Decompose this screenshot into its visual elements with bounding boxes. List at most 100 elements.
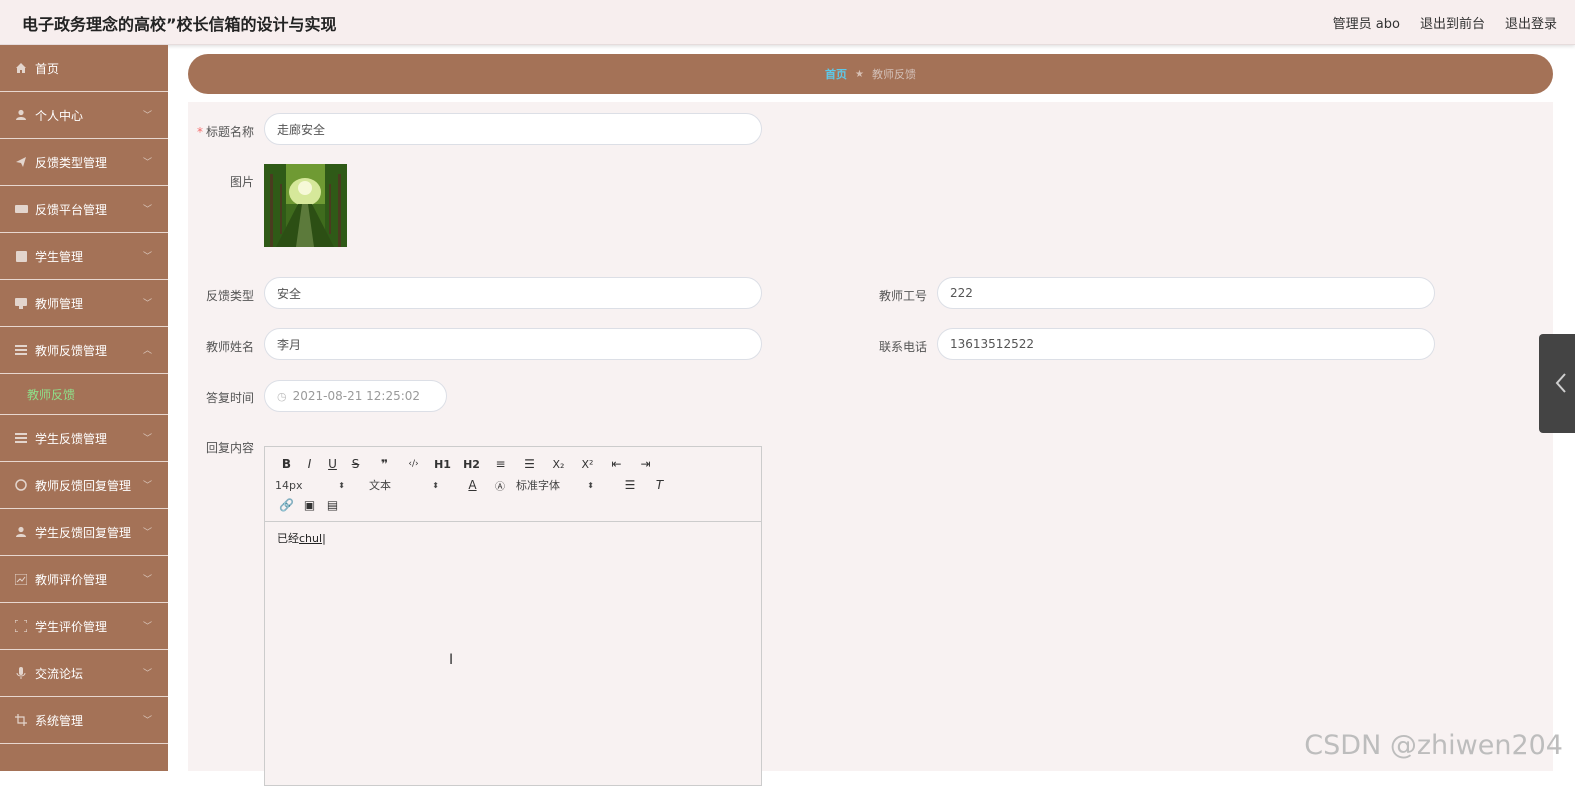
- sidebar-item-label: 教师反馈回复管理: [35, 478, 132, 493]
- type-label: 反馈类型: [205, 289, 254, 303]
- chevron-down-icon: ﹀: [142, 528, 152, 538]
- sidebar-item-personal[interactable]: 个人中心 ﹀: [0, 92, 168, 139]
- sidebar-item-teacher-evaluation[interactable]: 教师评价管理 ﹀: [0, 556, 168, 603]
- sidebar-item-label: 交流论坛: [35, 666, 84, 681]
- sidebar-item-label: 学生管理: [35, 249, 84, 264]
- editor-toolbar: B I U S ❞ ‹/› H1 H2 ≡ ☰ X₂ X² ⇤ ⇥ 14px⬍: [265, 447, 761, 522]
- chevron-down-icon: ﹀: [142, 434, 152, 444]
- clipboard-icon: [14, 249, 28, 263]
- rich-text-editor: B I U S ❞ ‹/› H1 H2 ≡ ☰ X₂ X² ⇤ ⇥ 14px⬍: [264, 446, 762, 786]
- chevron-down-icon: ﹀: [142, 575, 152, 585]
- sidebar-item-label: 教师管理: [35, 296, 84, 311]
- align-icon[interactable]: ☰: [612, 476, 648, 494]
- text-type-select[interactable]: 文本 ⬍: [369, 477, 439, 493]
- crop-icon: [14, 713, 28, 727]
- help-circle-icon: [14, 478, 28, 492]
- sidebar-item-feedback-platform[interactable]: 反馈平台管理 ﹀: [0, 186, 168, 233]
- link-icon[interactable]: 🔗: [275, 496, 298, 514]
- font-color-icon[interactable]: A: [461, 476, 484, 494]
- sidebar-item-label: 教师评价管理: [35, 572, 108, 587]
- sidebar-item-teacher-feedback[interactable]: 教师反馈管理 ︿: [0, 327, 168, 374]
- logout-link[interactable]: 退出登录: [1505, 13, 1557, 32]
- chevron-down-icon: ﹀: [142, 158, 152, 168]
- teacher-no-input[interactable]: 222: [937, 277, 1435, 309]
- side-panel-handle[interactable]: [1539, 334, 1575, 433]
- feedback-image: [264, 164, 347, 247]
- chevron-down-icon: ﹀: [142, 299, 152, 309]
- sidebar-item-label: 个人中心: [35, 108, 84, 123]
- sidebar-item-teachers[interactable]: 教师管理 ﹀: [0, 280, 168, 327]
- sidebar-item-students[interactable]: 学生管理 ﹀: [0, 233, 168, 280]
- ibeam-cursor-icon: I: [449, 652, 454, 668]
- sidebar-item-system[interactable]: 系统管理 ﹀: [0, 697, 168, 744]
- watermark: CSDN @zhiwen204: [1304, 730, 1563, 761]
- user-label: 管理员 abo: [1332, 17, 1400, 32]
- editor-typing-text: chul: [299, 532, 323, 545]
- phone-input[interactable]: 13613512522: [937, 328, 1435, 360]
- h2-button[interactable]: H2: [460, 455, 483, 473]
- code-button[interactable]: ‹/›: [402, 455, 425, 473]
- send-icon: [14, 155, 28, 169]
- star-icon: ★: [855, 68, 864, 80]
- select-arrow-icon: ⬍: [338, 480, 345, 490]
- sidebar-item-feedback-type[interactable]: 反馈类型管理 ﹀: [0, 139, 168, 186]
- sidebar: 首页 个人中心 ﹀ 反馈类型管理 ﹀ 反馈平台管理 ﹀ 学生管理 ﹀ 教师管理 …: [0, 45, 168, 771]
- sidebar-item-student-reply[interactable]: 学生反馈回复管理 ﹀: [0, 509, 168, 556]
- indent-button[interactable]: ⇥: [634, 455, 657, 473]
- home-icon: [14, 61, 28, 75]
- select-arrow-icon: ⬍: [432, 480, 439, 490]
- italic-button[interactable]: I: [298, 455, 321, 473]
- sidebar-item-student-feedback[interactable]: 学生反馈管理 ﹀: [0, 415, 168, 462]
- title-input[interactable]: 走廊安全: [264, 113, 762, 145]
- editor-text: 已经: [277, 532, 299, 545]
- sidebar-item-label: 首页: [35, 61, 60, 76]
- ticket-icon: [14, 202, 28, 216]
- sidebar-item-teacher-reply[interactable]: 教师反馈回复管理 ﹀: [0, 462, 168, 509]
- top-actions: 管理员 abo 退出到前台 退出登录: [1333, 13, 1557, 32]
- breadcrumb: 首页 ★ 教师反馈: [188, 54, 1553, 94]
- clear-format-icon[interactable]: T: [648, 476, 671, 494]
- clock-icon: ◷: [277, 389, 287, 403]
- reply-time-label: 答复时间: [205, 391, 254, 405]
- h1-button[interactable]: H1: [425, 455, 460, 473]
- strike-button[interactable]: S: [344, 455, 367, 473]
- sidebar-subitem-teacher-feedback[interactable]: 教师反馈: [0, 374, 168, 415]
- sidebar-item-label: 学生评价管理: [35, 619, 108, 634]
- sidebar-item-forum[interactable]: 交流论坛 ﹀: [0, 650, 168, 697]
- font-size-select[interactable]: 14px ⬍: [275, 479, 345, 492]
- font-family-select[interactable]: 标准字体 ⬍: [516, 477, 594, 493]
- to-front-link[interactable]: 退出到前台: [1420, 13, 1485, 32]
- list-icon: [14, 343, 28, 357]
- phone-label: 联系电话: [878, 340, 927, 354]
- sidebar-item-home[interactable]: 首页: [0, 45, 168, 92]
- sidebar-item-label: 反馈平台管理: [35, 202, 108, 217]
- teacher-name-input[interactable]: 李月: [264, 328, 762, 360]
- sidebar-item-student-evaluation[interactable]: 学生评价管理 ﹀: [0, 603, 168, 650]
- sidebar-item-label: 教师反馈管理: [35, 343, 108, 358]
- reply-time-picker[interactable]: ◷ 2021-08-21 12:25:02: [264, 380, 447, 412]
- bullet-list-button[interactable]: ☰: [518, 455, 541, 473]
- teacher-no-label: 教师工号: [878, 289, 927, 303]
- image-icon[interactable]: ▣: [298, 496, 321, 514]
- superscript-button[interactable]: X²: [576, 455, 599, 473]
- text-caret: |: [322, 532, 326, 545]
- bg-color-icon[interactable]: Ⓐ: [484, 476, 516, 494]
- chevron-down-icon: ﹀: [142, 481, 152, 491]
- underline-button[interactable]: U: [321, 455, 344, 473]
- title-label: * 标题名称: [196, 125, 254, 139]
- type-input[interactable]: 安全: [264, 277, 762, 309]
- blockquote-button[interactable]: ❞: [367, 455, 402, 473]
- outdent-button[interactable]: ⇤: [599, 455, 634, 473]
- subscript-button[interactable]: X₂: [541, 455, 576, 473]
- bold-button[interactable]: B: [275, 455, 298, 473]
- breadcrumb-home[interactable]: 首页: [825, 66, 847, 82]
- ordered-list-button[interactable]: ≡: [483, 455, 518, 473]
- reply-content-label: 回复内容: [205, 441, 254, 455]
- editor-content[interactable]: 已经chul|: [265, 522, 761, 554]
- chevron-down-icon: ﹀: [142, 716, 152, 726]
- video-icon[interactable]: ▤: [321, 496, 344, 514]
- teacher-name-label: 教师姓名: [205, 340, 254, 354]
- top-header: 电子政务理念的高校”校长信箱的设计与实现 管理员 abo 退出到前台 退出登录: [0, 0, 1575, 45]
- select-arrow-icon: ⬍: [587, 480, 594, 490]
- chevron-down-icon: ﹀: [142, 669, 152, 679]
